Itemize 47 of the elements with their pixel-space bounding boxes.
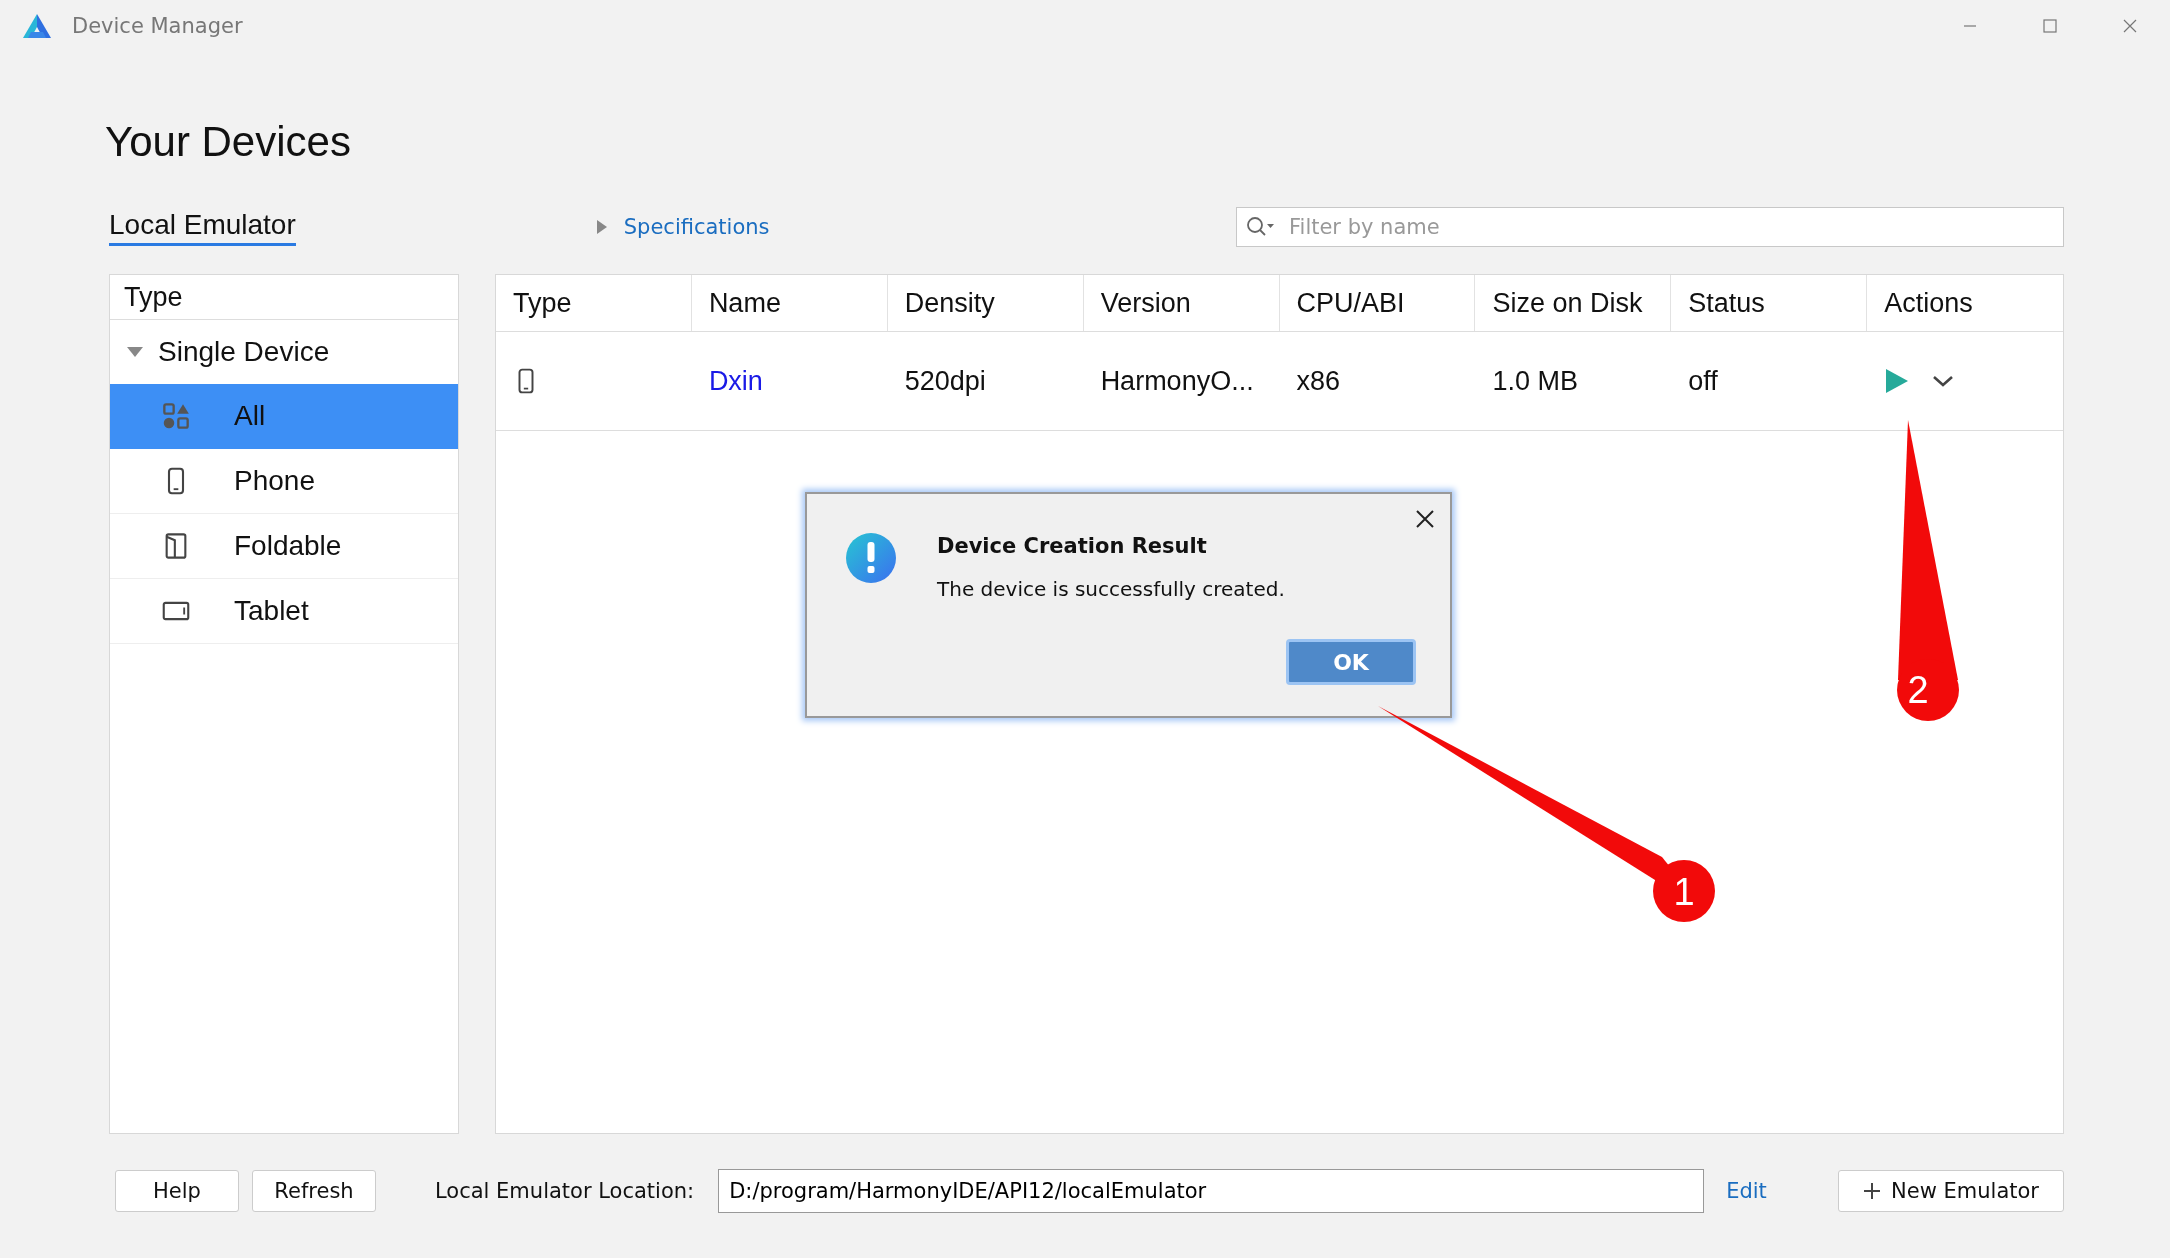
dialog-title: Device Creation Result: [937, 534, 1208, 558]
filter-field[interactable]: Filter by name: [1236, 207, 2064, 247]
tree-group[interactable]: Single Device: [110, 320, 458, 384]
column-header: Name: [691, 275, 888, 331]
column-header: Size on Disk: [1475, 275, 1672, 331]
tree-item[interactable]: Phone: [110, 449, 458, 514]
window-title: Device Manager: [72, 14, 244, 38]
edit-link[interactable]: Edit: [1726, 1179, 1767, 1203]
page-heading: Your Devices: [105, 117, 352, 167]
categories-icon: [162, 402, 190, 430]
expand-icon: [595, 219, 608, 235]
annotation-number: 1: [1672, 872, 1696, 912]
annotation-number: 2: [1906, 670, 1930, 710]
table-cell: HarmonyO...: [1100, 365, 1254, 397]
column-header: CPU/ABI: [1279, 275, 1476, 331]
tree-item[interactable]: All: [110, 384, 458, 449]
plus-icon: [1863, 1182, 1882, 1200]
info-icon: [845, 532, 897, 584]
table-cell: off: [1688, 365, 1718, 397]
column-header: Actions: [1883, 286, 1974, 320]
column-header: Type: [496, 275, 692, 331]
ok-button[interactable]: OK: [1286, 639, 1416, 685]
app-logo-icon: [22, 13, 52, 39]
location-label: Local Emulator Location:: [435, 1179, 695, 1203]
device-row[interactable]: Dxin 520dpi HarmonyO... x86 1.0 MB off: [496, 332, 2063, 431]
tree-item[interactable]: Foldable: [110, 514, 458, 579]
device-name-link[interactable]: Dxin: [708, 365, 763, 397]
footer-button[interactable]: Help: [115, 1170, 239, 1212]
dialog-message: The device is successfully created.: [937, 577, 1286, 601]
location-field[interactable]: D:/program/HarmonyIDE/API12/localEmulator: [718, 1169, 1705, 1213]
tab[interactable]: Local Emulator: [109, 208, 296, 246]
collapse-icon: [126, 346, 144, 358]
column-header: Status: [1671, 275, 1868, 331]
footer-button[interactable]: Refresh: [252, 1170, 376, 1212]
column-header: Density: [887, 275, 1084, 331]
table-cell: x86: [1296, 365, 1341, 397]
close-icon[interactable]: [1414, 508, 1436, 530]
tree-item[interactable]: Tablet: [110, 579, 458, 644]
table-cell: 1.0 MB: [1492, 365, 1578, 397]
panel-header: Type: [110, 275, 458, 320]
maximize-icon[interactable]: [2042, 18, 2058, 34]
search-icon: [1246, 216, 1276, 238]
chevron-down-icon[interactable]: [1932, 374, 1955, 388]
table-cell: 520dpi: [904, 365, 986, 397]
new-emulator-button[interactable]: New Emulator: [1838, 1170, 2064, 1212]
column-header: Version: [1083, 275, 1280, 331]
specifications-toggle[interactable]: Specifications: [595, 215, 770, 239]
